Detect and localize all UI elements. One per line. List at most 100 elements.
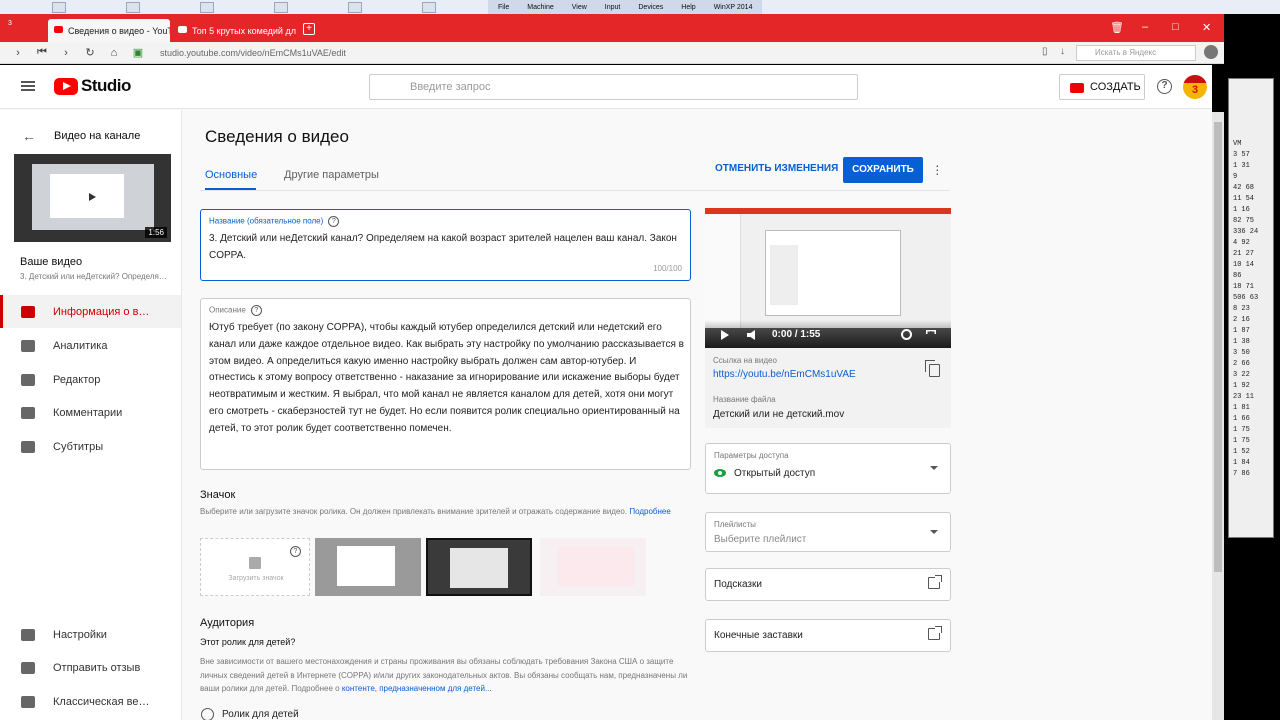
forward-icon[interactable]: › (60, 47, 72, 59)
download-icon[interactable]: ↓ (1060, 46, 1065, 57)
host-app-icon[interactable] (274, 1, 288, 13)
copy-icon[interactable] (925, 360, 940, 377)
host-number: 1 81 (1233, 404, 1250, 412)
create-button[interactable]: СОЗДАТЬ (1059, 74, 1145, 100)
audience-heading: Аудитория (200, 617, 255, 629)
volume-icon[interactable] (747, 330, 755, 340)
tab-count-badge[interactable]: 3 (8, 20, 12, 27)
studio-logo[interactable]: Studio (54, 76, 131, 96)
video-preview-player[interactable]: 0:00 / 1:55 (705, 208, 951, 348)
fullscreen-icon[interactable] (926, 330, 936, 334)
host-number: 18 71 (1233, 283, 1255, 291)
yandex-search-input[interactable]: Искать в Яндекс (1076, 45, 1196, 61)
host-number: 1 87 (1233, 327, 1250, 335)
pencil-icon (21, 305, 35, 318)
sidebar-item-editor[interactable]: Редактор (0, 363, 181, 396)
upload-thumbnail-button[interactable]: ? Загрузить значок (200, 538, 310, 596)
thumbnail-option[interactable] (315, 538, 421, 596)
sidebar-item-settings[interactable]: Настройки (0, 618, 181, 651)
close-icon[interactable]: ✕ (1202, 21, 1211, 34)
search-input[interactable]: Введите запрос (369, 74, 858, 100)
save-button[interactable]: СОХРАНИТЬ (843, 157, 923, 183)
sidebar-item-comments[interactable]: Комментарии (0, 396, 181, 429)
made-for-kids-radio[interactable] (201, 708, 214, 720)
tab-video-details[interactable]: Сведения о видео - YouTu (48, 19, 170, 42)
file-name-label: Название файла (713, 395, 776, 404)
vm-menu-input[interactable]: Input (605, 4, 621, 11)
your-video-title: 3. Детский или неДетский? Определяем... (20, 272, 170, 281)
undo-changes-button[interactable]: ОТМЕНИТЬ ИЗМЕНЕНИЯ (715, 163, 838, 174)
audience-question: Этот ролик для детей? (200, 637, 296, 647)
video-link[interactable]: https://youtu.be/nEmCMs1uVAE (713, 369, 856, 380)
host-number: 42 68 (1233, 184, 1255, 192)
host-number: 1 84 (1233, 459, 1250, 467)
url-field[interactable]: studio.youtube.com/video/nEmCMs1uVAE/edi… (160, 48, 346, 58)
editor-icon (21, 373, 35, 386)
playlists-value: Выберите плейлист (714, 534, 807, 545)
video-thumbnail[interactable]: 1:56 (14, 154, 171, 242)
menu-icon[interactable] (21, 81, 35, 91)
tab-basic[interactable]: Основные (205, 169, 257, 181)
profile-icon[interactable] (1204, 45, 1218, 59)
coppa-more-link[interactable]: контенте, предназначенном для детей... (342, 684, 492, 693)
help-icon[interactable]: ? (1157, 79, 1172, 94)
vm-menu-devices[interactable]: Devices (638, 4, 663, 11)
end-screen-button[interactable]: Конечные заставки (705, 619, 951, 652)
tab-comedies[interactable]: Топ 5 крутых комедий дл (172, 19, 297, 42)
host-app-icon[interactable] (126, 1, 140, 13)
scrollbar-thumb[interactable] (1214, 122, 1222, 572)
host-app-icon[interactable] (348, 1, 362, 13)
host-number: 11 54 (1233, 195, 1255, 203)
playlist-select[interactable]: Плейлисты Выберите плейлист (705, 512, 951, 552)
help-circle-icon[interactable]: ? (250, 305, 262, 316)
sidebar-item-feedback[interactable]: Отправить отзыв (0, 651, 181, 684)
host-app-icon[interactable] (200, 1, 214, 13)
description-input[interactable]: Ютуб требует (по закону COPPA), чтобы ка… (209, 320, 685, 438)
reload-icon[interactable]: ↻ (84, 46, 96, 59)
more-vert-icon[interactable]: · · · (935, 158, 940, 180)
title-field[interactable]: Название (обязательное поле)? 3. Детский… (200, 209, 691, 281)
vm-menu-view[interactable]: View (572, 4, 587, 11)
help-circle-icon[interactable]: ? (328, 216, 340, 227)
play-icon[interactable] (721, 330, 729, 340)
home-icon[interactable]: ⌂ (108, 47, 120, 59)
thumbnail-more-link[interactable]: Подробнее (629, 507, 671, 516)
sidebar-item-classic[interactable]: Классическая версия (0, 685, 181, 718)
help-circle-icon[interactable]: ? (290, 546, 301, 557)
description-field[interactable]: Описание? Ютуб требует (по закону COPPA)… (200, 298, 691, 470)
sidebar-item-label: Отправить отзыв (53, 661, 141, 674)
sidebar-item-label: Настройки (53, 628, 107, 641)
maximize-icon[interactable]: □ (1172, 21, 1179, 33)
tabs-divider (200, 190, 950, 191)
thumbnail-option[interactable] (540, 538, 646, 596)
chevron-right-icon[interactable]: › (12, 47, 24, 59)
player-controls: 0:00 / 1:55 (705, 320, 951, 348)
back-to-videos[interactable]: ← Видео на канале (22, 128, 140, 144)
gear-icon[interactable] (901, 329, 912, 340)
studio-header: Studio Введите запрос СОЗДАТЬ ? 3 (0, 65, 1212, 109)
cards-button[interactable]: Подсказки (705, 568, 951, 601)
thumbnail-option-selected[interactable] (426, 538, 532, 596)
title-input[interactable]: 3. Детский или неДетский канал? Определя… (209, 231, 684, 265)
skip-back-icon[interactable]: ⏮ (36, 46, 48, 59)
avatar[interactable]: 3 (1183, 75, 1207, 99)
visibility-select[interactable]: Параметры доступа Открытый доступ (705, 443, 951, 494)
tab-other-settings[interactable]: Другие параметры (284, 169, 379, 181)
vm-menu-file[interactable]: File (498, 4, 509, 11)
dropdown-arrow-icon (930, 530, 938, 534)
trash-icon[interactable]: 🗑 (1110, 21, 1124, 34)
sidebar-item-analytics[interactable]: Аналитика (0, 329, 181, 362)
sidebar-item-subtitles[interactable]: Субтитры (0, 430, 181, 463)
back-label: Видео на канале (54, 130, 141, 142)
vm-menu-help[interactable]: Help (681, 4, 695, 11)
host-app-icon[interactable] (422, 1, 436, 13)
sidebar-item-label: Информация о видео (53, 305, 153, 318)
host-app-icon[interactable] (52, 1, 66, 13)
dropdown-arrow-icon (930, 466, 938, 470)
sidebar-item-details[interactable]: Информация о видео (0, 295, 181, 328)
minimize-icon[interactable]: – (1142, 21, 1148, 33)
new-tab-button[interactable]: + (303, 23, 315, 35)
host-number: 4 92 (1233, 239, 1250, 247)
vm-menu-machine[interactable]: Machine (527, 4, 553, 11)
bookmark-icon[interactable]: ▯ (1042, 46, 1048, 57)
